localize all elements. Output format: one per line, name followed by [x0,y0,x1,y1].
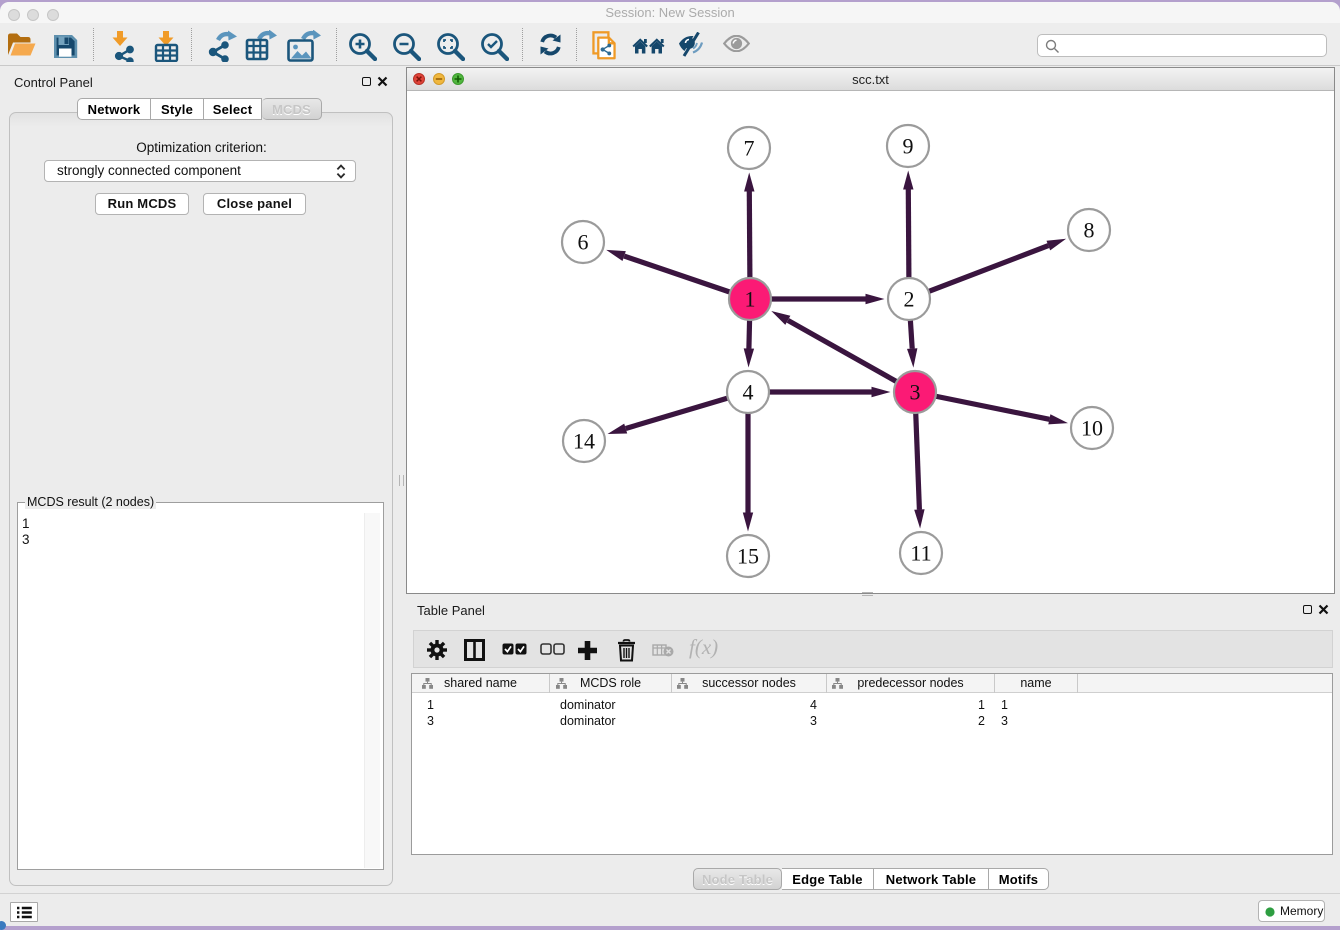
svg-text:2: 2 [904,287,915,312]
svg-text:7: 7 [744,136,755,161]
svg-text:15: 15 [737,544,759,569]
svg-text:6: 6 [578,230,589,255]
svg-text:10: 10 [1081,416,1103,441]
svg-text:9: 9 [903,134,914,159]
svg-text:14: 14 [573,429,595,454]
svg-text:8: 8 [1084,218,1095,243]
svg-text:1: 1 [745,287,756,312]
svg-text:3: 3 [910,380,921,405]
svg-text:11: 11 [910,541,931,566]
svg-text:4: 4 [743,380,754,405]
